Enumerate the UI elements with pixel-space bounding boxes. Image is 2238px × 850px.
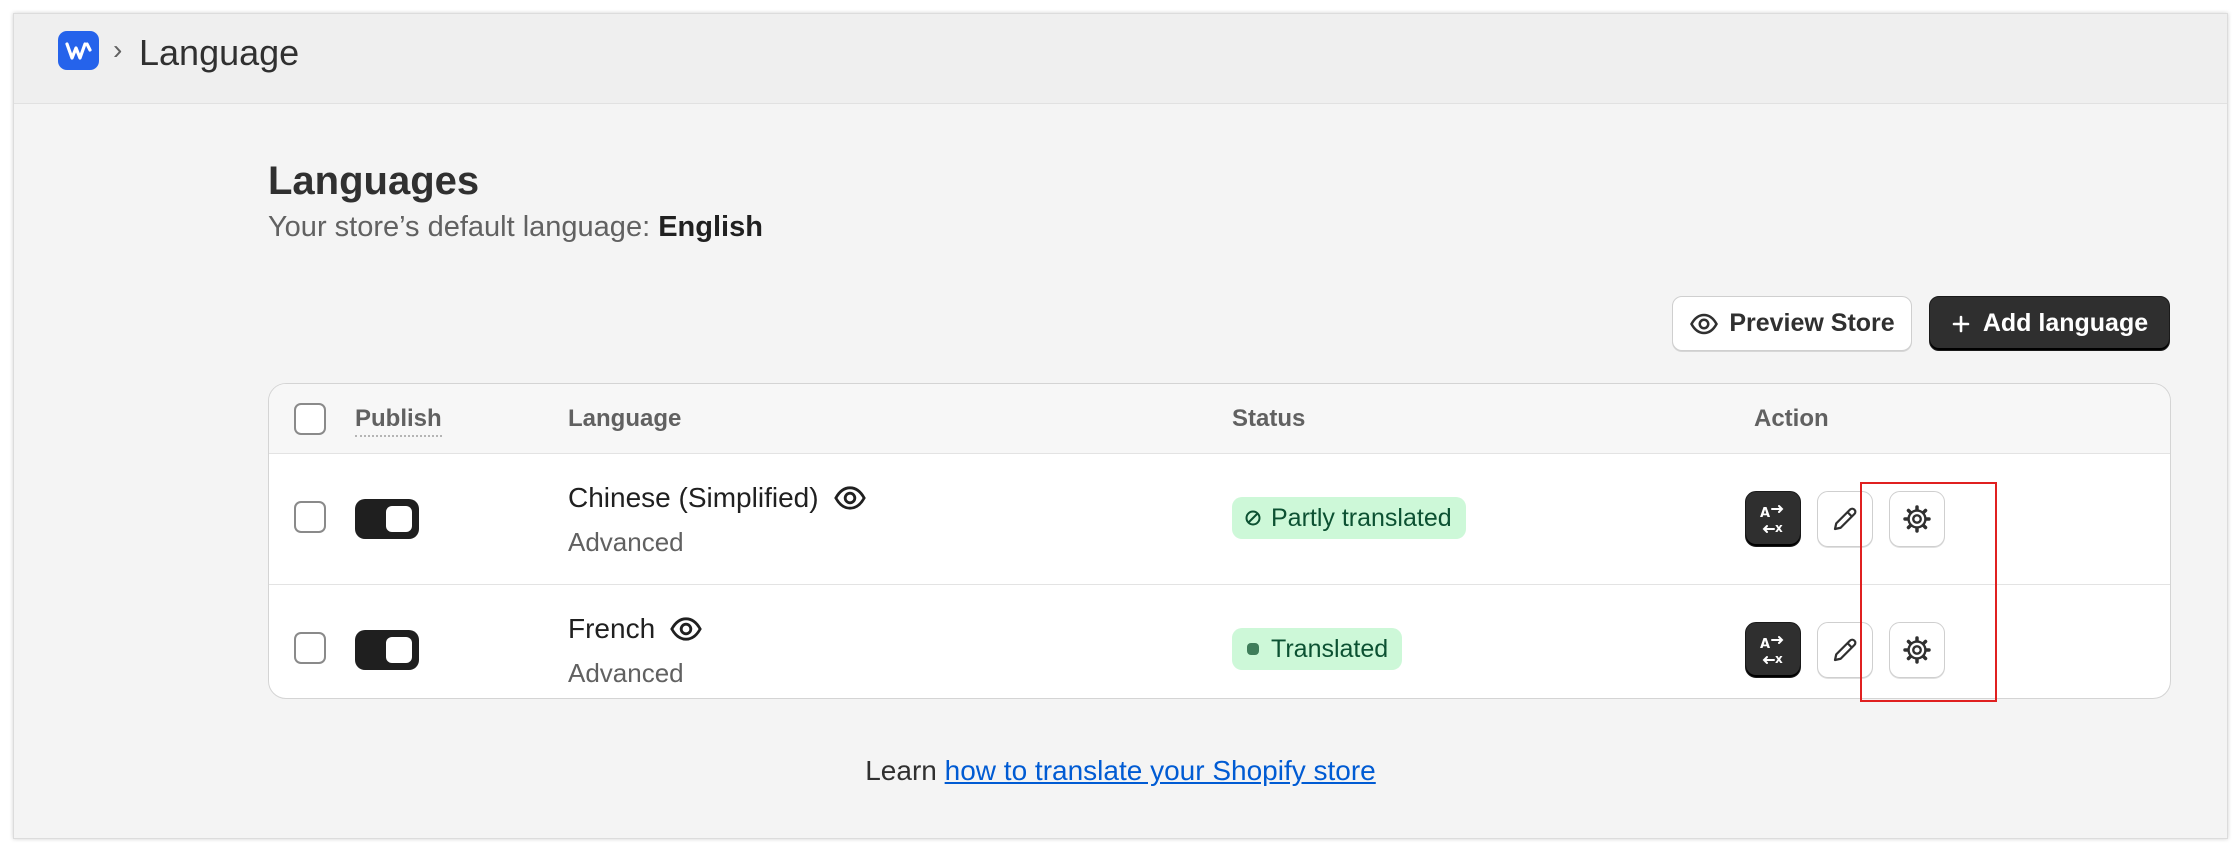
app-logo-icon [64,41,92,60]
status-badge: Partly translated [1232,497,1466,539]
row-checkbox[interactable] [294,501,326,533]
edit-button[interactable] [1817,622,1873,678]
language-name-text: Chinese (Simplified) [568,482,819,513]
status-text: Translated [1271,634,1389,663]
help-footer: Learn how to translate your Shopify stor… [14,755,2227,787]
edit-button[interactable] [1817,491,1873,547]
language-name: Chinese (Simplified) [568,481,867,515]
column-header-action: Action [1754,405,1829,432]
preview-store-label: Preview Store [1729,309,1895,337]
translate-button[interactable]: A x [1745,491,1801,547]
translate-icon: A x [1760,636,1784,666]
default-language-text: Your store’s default language: English [268,211,763,244]
status-text: Partly translated [1271,503,1452,532]
default-language-label: Your store’s default language: [268,211,651,243]
settings-button[interactable] [1889,491,1945,547]
pencil-icon [1833,638,1857,662]
partial-circle-icon [1245,510,1261,526]
add-language-label: Add language [1982,309,2149,337]
plus-icon [1952,315,1970,332]
toggle-knob [386,637,412,663]
gear-icon [1903,636,1931,664]
select-all-checkbox[interactable] [294,403,326,435]
pencil-icon [1833,507,1857,531]
dot-icon [1247,643,1259,655]
svg-text:x: x [1775,521,1783,535]
translate-button[interactable]: A x [1745,622,1801,678]
translate-help-link[interactable]: how to translate your Shopify store [945,755,1376,786]
settings-button[interactable] [1889,622,1945,678]
languages-table: Publish Language Status Action Chinese (… [268,383,2171,699]
table-header: Publish Language Status Action [269,384,2170,454]
help-prefix: Learn [865,755,937,786]
column-header-language: Language [568,405,682,432]
svg-text:A: A [1760,506,1770,521]
top-bar: › Language [14,14,2227,104]
status-badge: Translated [1232,628,1403,670]
gear-icon [1903,505,1931,533]
publish-toggle[interactable] [355,630,419,670]
language-plan: Advanced [568,527,684,557]
breadcrumb-separator: › [113,34,123,65]
language-name-text: French [568,613,656,644]
default-language-value: English [658,211,763,243]
column-header-publish: Publish [355,405,442,437]
column-header-status: Status [1232,405,1306,432]
preview-store-button[interactable]: Preview Store [1672,296,1912,351]
svg-text:A: A [1760,637,1770,652]
toggle-knob [386,506,412,532]
page-title: Languages [268,159,480,203]
eye-icon [1690,313,1719,334]
eye-icon[interactable] [833,481,867,515]
language-plan: Advanced [568,658,684,688]
translate-icon: A x [1760,505,1784,535]
publish-toggle[interactable] [355,499,419,539]
app-window: › Language Languages Your store’s defaul… [13,13,2228,839]
row-checkbox[interactable] [294,632,326,664]
eye-icon[interactable] [669,612,703,646]
page-breadcrumb-title: Language [139,32,300,73]
language-name: French [568,612,703,646]
add-language-button[interactable]: Add language [1929,296,2170,351]
app-logo[interactable] [58,31,99,70]
table-row: Chinese (Simplified) Advanced Partly tra… [269,454,2170,584]
svg-text:x: x [1775,652,1783,666]
table-row: French Advanced Translated A x [269,584,2170,698]
